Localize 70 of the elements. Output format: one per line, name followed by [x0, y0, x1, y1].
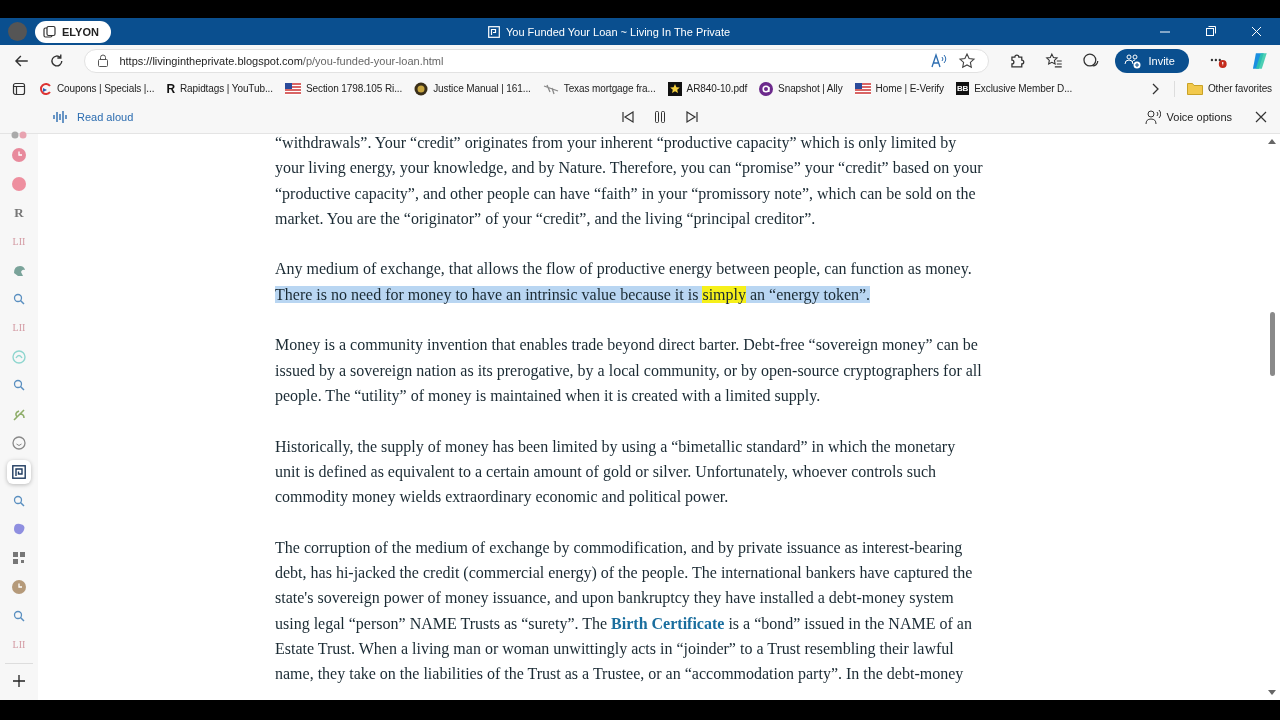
sidebar-item[interactable]: R	[7, 200, 31, 225]
favicon-icon: R	[166, 81, 175, 96]
birth-certificate-link[interactable]: Birth Certificate	[611, 614, 725, 632]
voice-options-button[interactable]: Voice options	[1144, 109, 1232, 125]
favorite-link[interactable]: Snapshot | Ally	[759, 81, 843, 96]
page-icon	[488, 25, 500, 38]
search-icon	[13, 609, 25, 622]
favorite-link[interactable]: Coupons | Specials |...	[38, 81, 155, 96]
favorite-link[interactable]: R Rapidtags | YouTub...	[166, 81, 273, 96]
pause-icon[interactable]	[652, 109, 668, 125]
profile-tab[interactable]: ELYON	[35, 20, 111, 43]
favorite-link[interactable]: Justice Manual | 161...	[414, 81, 531, 96]
window-title: You Funded Your Loan ~ Living In The Private	[506, 25, 731, 38]
flag-icon	[854, 82, 871, 95]
favorite-link[interactable]: Home | E-Verify	[854, 82, 944, 95]
site-icon: R	[14, 204, 24, 221]
close-icon[interactable]	[1254, 110, 1268, 124]
favorite-link[interactable]: AR840-10.pdf	[667, 81, 748, 96]
workspaces-icon	[43, 24, 57, 39]
search-icon	[13, 494, 25, 507]
next-icon[interactable]	[684, 109, 700, 125]
smiley-icon	[12, 435, 26, 450]
favorite-link[interactable]: Texas mortgage fra...	[542, 82, 656, 95]
blob-icon	[12, 522, 26, 537]
page-icon	[12, 464, 26, 479]
site-icon: LII	[12, 235, 26, 247]
puzzle-icon[interactable]	[1008, 51, 1027, 70]
scroll-up-icon[interactable]	[1268, 138, 1276, 144]
site-icon: LII	[12, 322, 26, 334]
site-icon: LII	[12, 639, 26, 651]
article-paragraph: The corruption of the medium of exchange by commodification, and by private issuance as interest-bearing debt, has hi-jacked the credit (commercial energy) of the people. The international bankers have captured the state's sovereign power of money issuance, and upon bankruptcy they have installed a debt-money system using legal “person” NAME Trusts as “surety”. The Birth Certificate is a “bond” issued in the NAME of an Estate Trust. When a living man or woman unwittingly acts in “joinder” to a Trust resembling their lawful name, they take on the liabilities of the Trust as a Trustee, or an “accommodation party”. In the debt-money	[275, 537, 974, 685]
article-paragraph: “withdrawals”. Your “credit” originates from your inherent “productive capacity” which is only limited by your living energy, your knowledge, and by Nature. Therefore, you can “promise” your “credit” based on your “productive capacity”, and other people can have “faith” in your “promissory note”, which can be sold on the market. You are the “originator” of your “credit”, and the living “principal creditor”.	[275, 134, 984, 230]
grid-icon	[12, 551, 26, 566]
apps-icon[interactable]	[10, 131, 28, 139]
url-text: https://livingintheprivate.blogspot.com/p/you-funded-your-loan.html	[119, 54, 444, 67]
search-icon	[13, 293, 25, 305]
swirl-icon	[38, 81, 52, 96]
invite-button[interactable]: Invite	[1115, 48, 1189, 73]
tab-actions-icon[interactable]	[12, 81, 26, 96]
star-icon[interactable]	[958, 51, 977, 70]
folder-icon	[1186, 82, 1203, 95]
swirl-icon	[12, 349, 26, 364]
scroll-thumb[interactable]	[1269, 312, 1275, 376]
address-field[interactable]: https://livingintheprivate.blogspot.com/p/you-funded-your-loan.html	[84, 48, 990, 73]
leaf-icon	[12, 407, 26, 422]
favorite-link[interactable]: BB Exclusive Member D...	[955, 82, 1073, 95]
bird-icon	[12, 263, 26, 278]
seal-icon	[414, 81, 429, 96]
people-icon	[1124, 52, 1143, 69]
read-aloud-icon[interactable]	[930, 52, 949, 69]
search-icon	[13, 379, 25, 392]
star-badge-icon	[667, 81, 682, 96]
favicon-icon: BB	[955, 82, 970, 95]
copilot-icon[interactable]	[1250, 50, 1270, 71]
article-paragraph: Historically, the supply of money has been limited by using a “bimetallic standard” in which the monetary unit is defined as equivalent to a certain amount of gold or silver. Unfortunately, whoever controls such commodity money wields extraordinary economic and political power.	[275, 436, 957, 508]
ally-icon	[759, 81, 774, 96]
sidebar-item[interactable]	[7, 459, 31, 484]
article-paragraph: Any medium of exchange, that allows the flow of productive energy between people, can function as money. There is no need for money to have an intrinsic value because it is simply an “energy token”.	[275, 259, 973, 306]
scroll-down-icon[interactable]	[1268, 690, 1276, 696]
previous-icon[interactable]	[620, 109, 636, 125]
flag-icon	[284, 82, 301, 95]
add-icon[interactable]	[12, 674, 26, 689]
sound-wave-icon	[53, 110, 67, 124]
voice-icon	[1144, 109, 1161, 125]
favorites-icon[interactable]	[1045, 51, 1063, 70]
favorite-link[interactable]: Section 1798.105 Ri...	[284, 82, 403, 95]
other-favorites-link[interactable]: Other favorites	[1186, 82, 1272, 95]
article-paragraph: Money is a community invention that enables trade beyond direct barter. Debt-free “sovereign money” can be issued by a sovereign nation as its prerogative, by a local community, or by open-source cryptographers for all people. The “utility” of money is maintained when it is created with a limited supply.	[275, 335, 983, 407]
read-aloud-label: Read aloud	[77, 111, 134, 123]
lock-icon	[97, 54, 110, 67]
